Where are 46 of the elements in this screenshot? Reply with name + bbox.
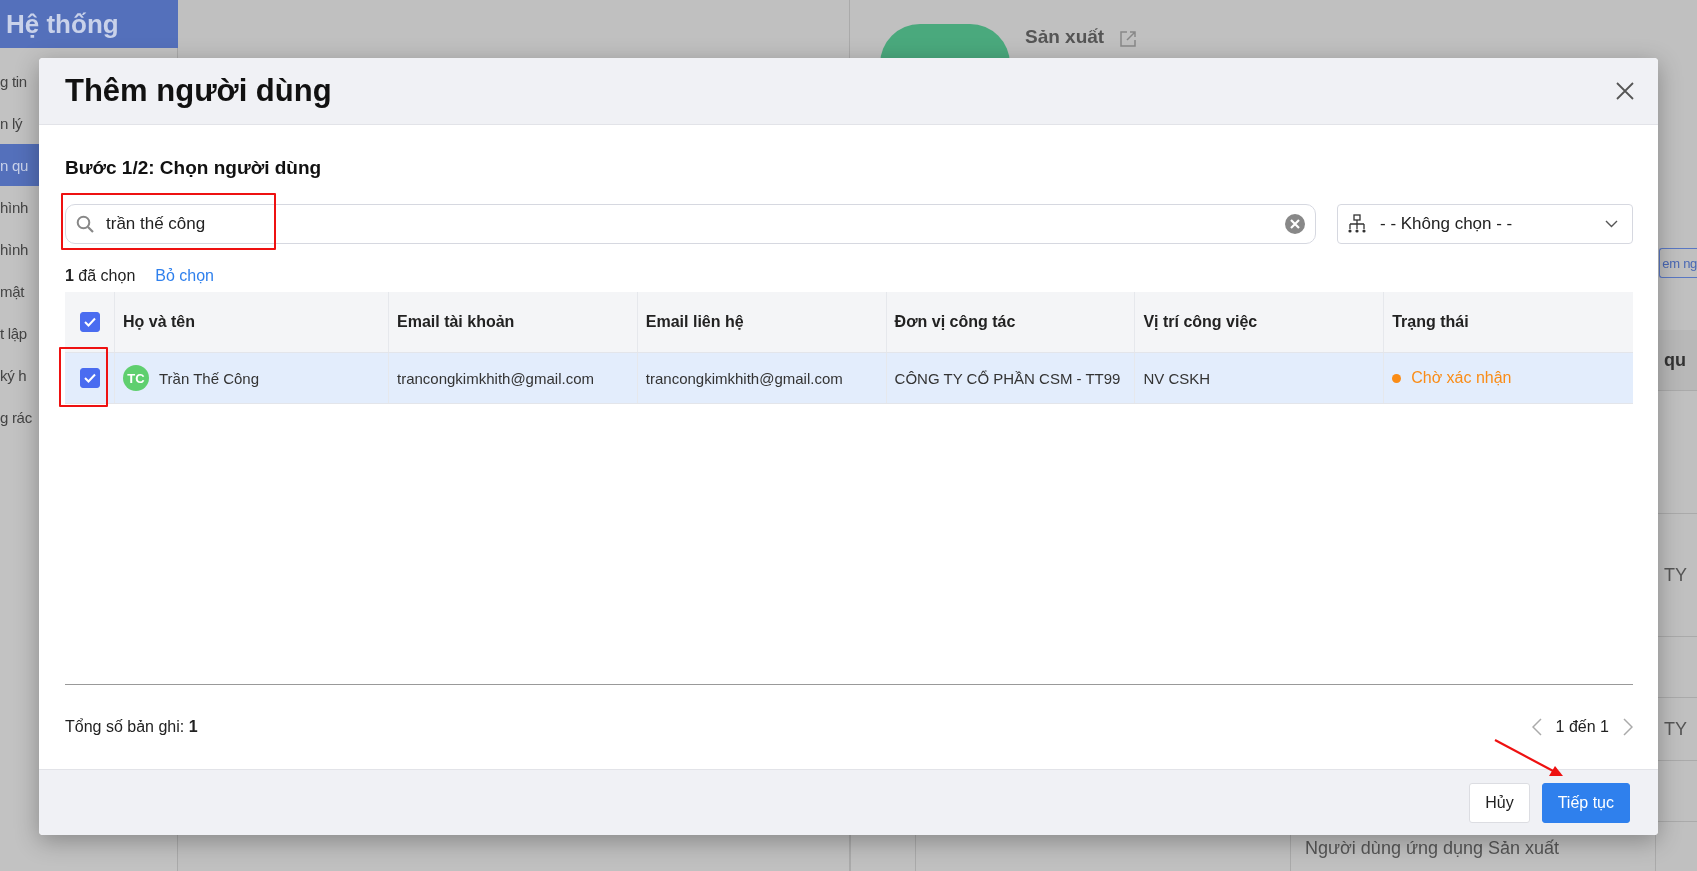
select-all-checkbox[interactable] [79,312,100,332]
arrow [1494,739,1563,776]
column-header: Email tài khoản [397,313,515,331]
total-records: Tổng số bản ghi: 1 [65,718,198,736]
row-checkbox[interactable] [79,368,100,388]
clear-icon[interactable] [1285,214,1305,234]
table-cell: NV CSKH [1143,369,1211,387]
highlight-frame [59,347,108,407]
chevron-down-icon [1605,220,1618,228]
add-user-button[interactable]: em ng [1659,248,1697,278]
column-header: Vị trí công việc [1143,313,1258,331]
column-header: Trạng thái [1392,313,1469,331]
header-title: Hệ thống [6,8,119,40]
table-cell: trancongkimkhith@gmail.com [645,369,843,387]
app-title: Sản xuất [1025,26,1105,49]
check-icon [83,373,96,383]
selected-count: 1 đã chọn [65,267,136,285]
clear-selection-link[interactable]: Bỏ chọn [155,267,214,285]
continue-button[interactable]: Tiếp tục [1541,782,1630,823]
org-chart-icon [1348,214,1366,234]
unit-select[interactable]: - - Không chọn - - [1337,204,1633,244]
external-link-icon [1119,30,1138,48]
table-cell: trancongkimkhith@gmail.com [397,369,594,387]
cancel-button[interactable]: Hủy [1469,782,1530,823]
status-text: Chờ xác nhận [1411,369,1512,387]
search-input[interactable]: trần thế công [104,213,1275,235]
previous-page-button[interactable] [1531,718,1542,736]
avatar: TC [123,365,149,391]
page-indicator: 1 đến 1 [1555,718,1609,736]
user-row[interactable]: TC Trần Thế Công trancongkimkhith@gmail.com trancongkimkhith@gmail.com CÔNG TY CỔ PHẦN CSM - TT99 NV CSKH Chờ xác nhận [65,353,1633,404]
table-cell: TY [1664,718,1687,740]
next-page-button[interactable] [1623,718,1633,736]
step-title: Bước 1/2: Chọn người dùng [65,156,323,180]
search-icon [76,215,94,233]
close-button[interactable] [1616,82,1634,100]
column-header: Email liên hệ [645,313,744,331]
table-cell: TY [1664,564,1687,586]
column-header: Họ và tên [123,313,195,331]
column-header: Đơn vị công tác [894,313,1016,331]
table-cell: Trần Thế Công [159,369,260,387]
table-cell: CÔNG TY CỔ PHẦN CSM - TT99 [894,369,1121,387]
search-box[interactable]: trần thế công [65,204,1316,244]
table-cell: Người dùng ứng dụng Sản xuất [1305,838,1560,859]
column-header: qu [1664,349,1686,371]
check-icon [83,317,96,327]
dialog-title: Thêm người dùng [65,73,332,109]
